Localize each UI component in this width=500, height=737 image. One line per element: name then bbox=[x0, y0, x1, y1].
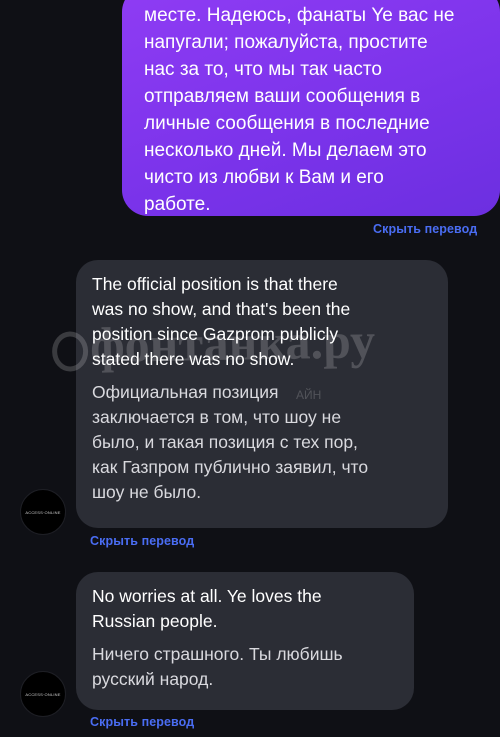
incoming-message-bubble[interactable]: The official position is that there was … bbox=[76, 260, 448, 528]
message-thread: месте. Надеюсь, фанаты Ye вас не напугал… bbox=[0, 0, 500, 737]
hide-translation-link[interactable]: Скрыть перевод bbox=[90, 534, 194, 548]
incoming-message-bubble[interactable]: No worries at all. Ye loves the Russian … bbox=[76, 572, 414, 710]
account-avatar-icon: ACCESS·ONLINE bbox=[25, 691, 61, 697]
incoming-message-text: The official position is that there was … bbox=[92, 274, 351, 369]
hide-translation-link[interactable]: Скрыть перевод bbox=[373, 222, 477, 236]
sender-avatar[interactable]: ACCESS·ONLINE bbox=[20, 489, 66, 535]
account-avatar-icon: ACCESS·ONLINE bbox=[25, 509, 61, 515]
outgoing-message-text: месте. Надеюсь, фанаты Ye вас не напугал… bbox=[144, 5, 455, 215]
sender-avatar[interactable]: ACCESS·ONLINE bbox=[20, 671, 66, 717]
hide-translation-link[interactable]: Скрыть перевод bbox=[90, 715, 194, 729]
incoming-message-text: No worries at all. Ye loves the Russian … bbox=[92, 586, 322, 631]
outgoing-message-bubble[interactable]: месте. Надеюсь, фанаты Ye вас не напугал… bbox=[122, 0, 500, 216]
incoming-message-translation: Официальная позиция заключается в том, ч… bbox=[92, 382, 369, 502]
incoming-message-translation: Ничего страшного. Ты любишь русский наро… bbox=[92, 644, 343, 689]
